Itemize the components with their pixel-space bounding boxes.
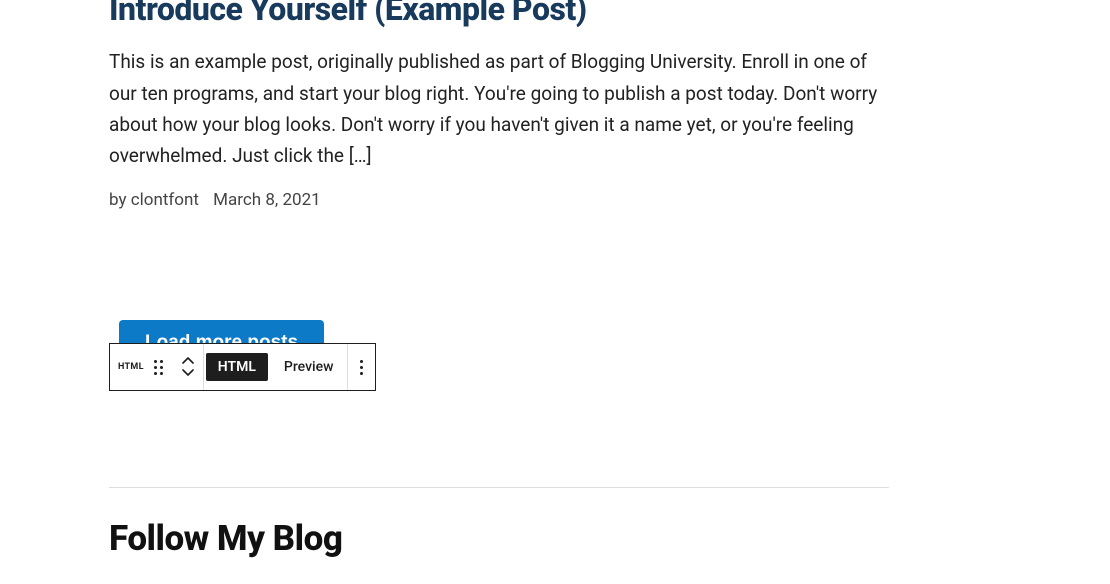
post-date[interactable]: March 8, 2021 — [213, 190, 321, 210]
tab-html[interactable]: HTML — [206, 353, 268, 381]
post-title[interactable]: Introduce Yourself (Example Post) — [109, 0, 889, 28]
toolbar-block-controls: HTML — [110, 344, 204, 390]
more-options-button[interactable] — [348, 344, 375, 390]
page-content: Introduce Yourself (Example Post) This i… — [109, 0, 889, 414]
move-down-button[interactable] — [182, 368, 192, 378]
drag-handle-icon[interactable] — [154, 360, 163, 375]
block-type-switcher[interactable]: HTML — [110, 344, 171, 390]
post-author[interactable]: clontfont — [131, 190, 199, 210]
block-toolbar: HTML HTML Preview — [109, 343, 376, 391]
kebab-icon — [360, 360, 363, 375]
post-meta: by clontfont March 8, 2021 — [109, 190, 889, 210]
follow-heading: Follow My Blog — [109, 518, 342, 559]
toolbar-more-group — [348, 344, 375, 390]
post-excerpt: This is an example post, originally publ… — [109, 46, 889, 171]
toolbar-mode-tabs: HTML Preview — [204, 344, 349, 390]
tab-preview[interactable]: Preview — [272, 353, 346, 381]
block-mover — [171, 344, 203, 390]
html-block-icon: HTML — [118, 362, 144, 372]
section-divider — [109, 487, 889, 488]
move-up-button[interactable] — [182, 357, 192, 367]
byline-prefix: by — [109, 190, 131, 210]
